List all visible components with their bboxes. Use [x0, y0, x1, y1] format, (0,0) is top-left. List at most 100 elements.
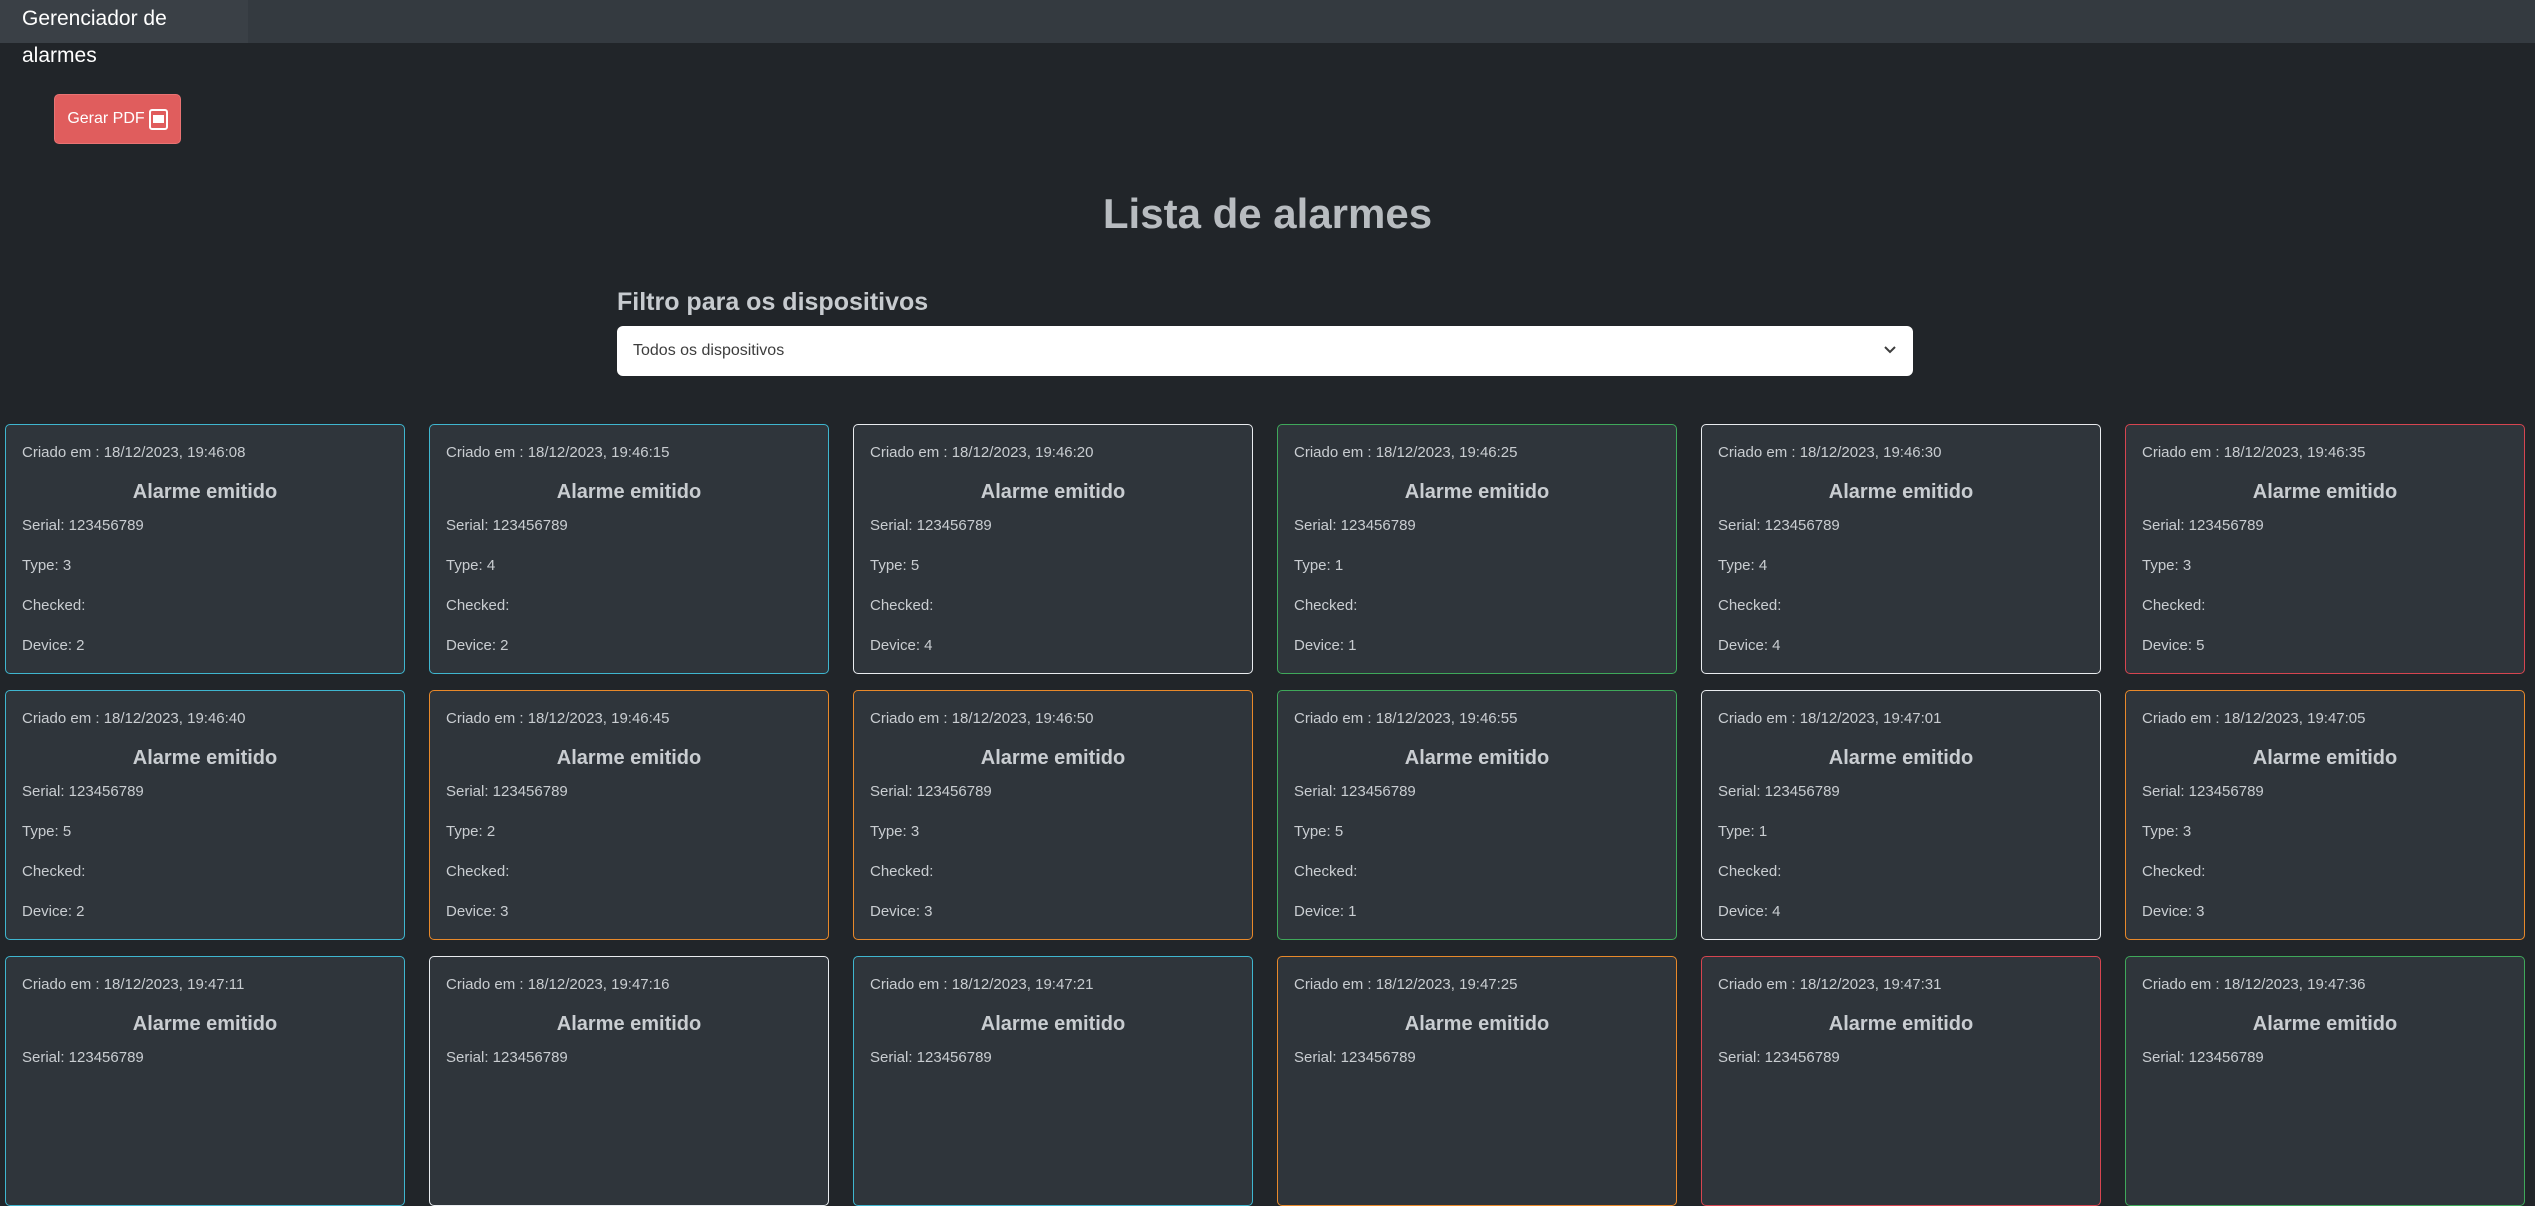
alarm-heading: Alarme emitido: [2252, 481, 2398, 503]
alarm-serial: Serial: 123456789: [1718, 783, 1840, 800]
alarm-serial: Serial: 123456789: [446, 1049, 568, 1066]
alarm-created-at: Criado em : 18/12/2023, 19:46:50: [870, 710, 1094, 727]
generate-pdf-label: Gerar PDF: [67, 110, 145, 127]
filter-label: Filtro para os dispositivos: [617, 288, 929, 316]
alarm-heading: Alarme emitido: [1828, 747, 1974, 769]
alarm-type: Type: 5: [870, 557, 920, 574]
alarm-card: Criado em : 18/12/2023, 19:46:55 Alarme e…: [1277, 690, 1677, 940]
alarm-heading: Alarme emitido: [2252, 747, 2398, 769]
alarm-serial: Serial: 123456789: [446, 783, 568, 800]
alarm-created-at: Criado em : 18/12/2023, 19:46:35: [2142, 444, 2366, 461]
alarm-card: Criado em : 18/12/2023, 19:46:40 Alarme e…: [5, 690, 405, 940]
alarm-card: Criado em : 18/12/2023, 19:47:05 Alarme e…: [2125, 690, 2525, 940]
alarm-device: Device: 3: [446, 903, 509, 920]
alarm-card: Criado em : 18/12/2023, 19:46:50 Alarme e…: [853, 690, 1253, 940]
alarm-device: Device: 3: [870, 903, 933, 920]
alarm-created-at: Criado em : 18/12/2023, 19:46:15: [446, 444, 670, 461]
alarm-device: Device: 5: [2142, 637, 2205, 654]
alarm-heading: Alarme emitido: [980, 481, 1126, 503]
alarm-created-at: Criado em : 18/12/2023, 19:46:55: [1294, 710, 1518, 727]
alarm-created-at: Criado em : 18/12/2023, 19:47:31: [1718, 976, 1942, 993]
alarm-device: Device: 1: [1294, 637, 1357, 654]
alarm-checked: Checked:: [1718, 863, 1782, 880]
alarm-card: Criado em : 18/12/2023, 19:46:35 Alarme e…: [2125, 424, 2525, 674]
alarm-heading: Alarme emitido: [1404, 747, 1550, 769]
alarm-heading: Alarme emitido: [556, 1013, 702, 1035]
alarm-created-at: Criado em : 18/12/2023, 19:47:05: [2142, 710, 2366, 727]
generate-pdf-button[interactable]: Gerar PDF: [54, 94, 181, 144]
pdf-file-icon: [148, 108, 168, 130]
alarm-serial: Serial: 123456789: [1718, 517, 1840, 534]
alarm-device: Device: 4: [1718, 637, 1781, 654]
alarm-card: Criado em : 18/12/2023, 19:47:21 Alarme e…: [853, 956, 1253, 1206]
alarm-serial: Serial: 123456789: [870, 517, 992, 534]
alarm-card: Criado em : 18/12/2023, 19:47:16 Alarme e…: [429, 956, 829, 1206]
alarm-type: Type: 3: [2142, 557, 2192, 574]
alarm-card: Criado em : 18/12/2023, 19:46:45 Alarme e…: [429, 690, 829, 940]
alarm-created-at: Criado em : 18/12/2023, 19:46:25: [1294, 444, 1518, 461]
alarm-device: Device: 2: [22, 903, 85, 920]
alarm-serial: Serial: 123456789: [1294, 517, 1416, 534]
alarm-type: Type: 1: [1294, 557, 1344, 574]
alarm-checked: Checked:: [1294, 863, 1358, 880]
alarm-device: Device: 2: [446, 637, 509, 654]
alarm-heading: Alarme emitido: [980, 747, 1126, 769]
page-title: Lista de alarmes: [1102, 190, 1433, 237]
alarm-device: Device: 4: [1718, 903, 1781, 920]
alarm-checked: Checked:: [22, 863, 86, 880]
alarm-serial: Serial: 123456789: [22, 783, 144, 800]
alarm-created-at: Criado em : 18/12/2023, 19:47:16: [446, 976, 670, 993]
alarm-heading: Alarme emitido: [556, 481, 702, 503]
alarm-checked: Checked:: [1294, 597, 1358, 614]
alarm-card: Criado em : 18/12/2023, 19:46:15 Alarme e…: [429, 424, 829, 674]
navbar: Gerenciador de alarmes: [0, 0, 2535, 67]
alarm-card: Criado em : 18/12/2023, 19:46:30 Alarme e…: [1701, 424, 2101, 674]
alarm-heading: Alarme emitido: [132, 1013, 278, 1035]
device-filter-select[interactable]: Todos os dispositivos: [617, 326, 1913, 376]
alarm-heading: Alarme emitido: [1828, 1013, 1974, 1035]
alarm-created-at: Criado em : 18/12/2023, 19:46:40: [22, 710, 246, 727]
alarm-type: Type: 3: [870, 823, 920, 840]
alarm-created-at: Criado em : 18/12/2023, 19:47:11: [22, 976, 245, 993]
alarm-device: Device: 3: [2142, 903, 2205, 920]
alarm-serial: Serial: 123456789: [1294, 1049, 1416, 1066]
alarm-created-at: Criado em : 18/12/2023, 19:47:01: [1718, 710, 1942, 727]
alarm-type: Type: 1: [1718, 823, 1768, 840]
alarm-type: Type: 3: [22, 557, 72, 574]
navbar-brand[interactable]: Gerenciador de alarmes: [0, 0, 248, 67]
alarm-serial: Serial: 123456789: [870, 1049, 992, 1066]
alarm-card: Criado em : 18/12/2023, 19:46:20 Alarme e…: [853, 424, 1253, 674]
alarm-checked: Checked:: [870, 863, 934, 880]
alarm-created-at: Criado em : 18/12/2023, 19:47:36: [2142, 976, 2366, 993]
alarm-card-grid: Criado em : 18/12/2023, 19:46:08 Alarme e…: [5, 424, 2525, 1206]
alarm-checked: Checked:: [22, 597, 86, 614]
chevron-down-icon: [1883, 342, 1897, 361]
alarm-card: Criado em : 18/12/2023, 19:46:25 Alarme e…: [1277, 424, 1677, 674]
alarm-card: Criado em : 18/12/2023, 19:47:31 Alarme e…: [1701, 956, 2101, 1206]
alarm-type: Type: 2: [446, 823, 496, 840]
alarm-serial: Serial: 123456789: [22, 517, 144, 534]
alarm-type: Type: 3: [2142, 823, 2192, 840]
alarm-created-at: Criado em : 18/12/2023, 19:46:45: [446, 710, 670, 727]
alarm-type: Type: 4: [1718, 557, 1768, 574]
alarm-device: Device: 4: [870, 637, 933, 654]
alarm-checked: Checked:: [2142, 863, 2206, 880]
alarm-serial: Serial: 123456789: [2142, 1049, 2264, 1066]
alarm-checked: Checked:: [2142, 597, 2206, 614]
alarm-serial: Serial: 123456789: [446, 517, 568, 534]
alarm-serial: Serial: 123456789: [1718, 1049, 1840, 1066]
alarm-checked: Checked:: [1718, 597, 1782, 614]
alarm-card: Criado em : 18/12/2023, 19:47:36 Alarme e…: [2125, 956, 2525, 1206]
alarm-serial: Serial: 123456789: [1294, 783, 1416, 800]
alarm-checked: Checked:: [870, 597, 934, 614]
alarm-card: Criado em : 18/12/2023, 19:46:08 Alarme e…: [5, 424, 405, 674]
alarm-device: Device: 2: [22, 637, 85, 654]
alarm-checked: Checked:: [446, 863, 510, 880]
alarm-created-at: Criado em : 18/12/2023, 19:46:20: [870, 444, 1094, 461]
alarm-heading: Alarme emitido: [132, 481, 278, 503]
alarm-heading: Alarme emitido: [1404, 481, 1550, 503]
alarm-serial: Serial: 123456789: [2142, 783, 2264, 800]
alarm-created-at: Criado em : 18/12/2023, 19:47:25: [1294, 976, 1518, 993]
alarm-heading: Alarme emitido: [2252, 1013, 2398, 1035]
alarm-heading: Alarme emitido: [980, 1013, 1126, 1035]
